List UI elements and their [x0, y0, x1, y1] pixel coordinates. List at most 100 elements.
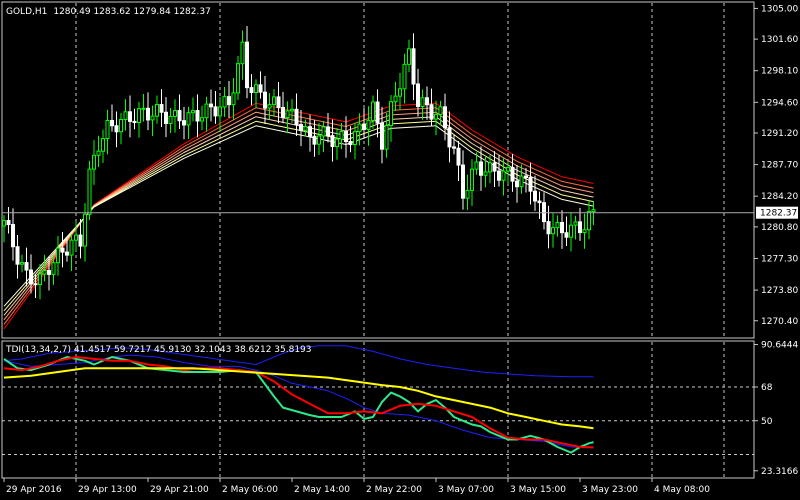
candle-body [141, 107, 146, 110]
time-tick-label: 29 Apr 13:00 [78, 485, 137, 495]
price-tick-label: 1270.40 [761, 317, 798, 327]
candle-body [56, 247, 60, 264]
candle-body [447, 127, 452, 148]
time-tick-label: 3 May 23:00 [582, 485, 638, 495]
candle-body [560, 221, 564, 234]
candle-body [240, 41, 245, 65]
price-tick-label: 1277.30 [761, 254, 798, 264]
price-tick-label: 1284.20 [761, 192, 798, 202]
candle-body [227, 96, 231, 106]
candle-body [150, 115, 155, 121]
candle-body [492, 162, 497, 172]
candle-body [204, 103, 209, 119]
candle-body [497, 170, 501, 181]
candle-body [371, 101, 375, 121]
price-tick-label: 1280.80 [761, 223, 798, 233]
candle-body [245, 41, 249, 89]
indicator-tick-label: 50 [761, 417, 773, 427]
candle-body [510, 166, 515, 182]
candle-body [380, 122, 384, 150]
candle-body [249, 87, 254, 93]
time-tick-label: 4 May 08:00 [654, 485, 710, 495]
indicator-tick-label: 23.3166 [761, 467, 798, 477]
candle-body [542, 202, 546, 223]
candle-body [573, 221, 578, 226]
candle-body [537, 200, 542, 204]
candle-body [339, 130, 344, 140]
candle-body [312, 135, 317, 145]
time-tick-label: 29 Apr 2016 [6, 485, 62, 495]
candle-body [69, 239, 74, 256]
candle-body [474, 161, 479, 170]
candle-body [506, 166, 510, 172]
candle-body [200, 117, 204, 122]
candle-body [515, 180, 519, 188]
candle-body [326, 126, 330, 137]
candle-body [461, 164, 465, 199]
candle-body [591, 209, 596, 213]
candle-body [15, 246, 20, 265]
candle-body [254, 84, 258, 93]
candle-body [155, 104, 159, 117]
candle-body [276, 96, 281, 108]
candle-body [393, 95, 398, 103]
candle-body [402, 63, 407, 90]
candle-body [479, 161, 483, 176]
candle-body [488, 162, 492, 173]
candle-body [33, 283, 38, 286]
candle-body [524, 175, 528, 179]
price-tick-label: 1287.70 [761, 161, 798, 171]
candle-body [132, 120, 137, 124]
symbol-title: GOLD,H1 1280.49 1283.62 1279.84 1282.37 [6, 7, 211, 17]
price-tick-label: 1305.00 [761, 4, 798, 14]
candle-body [114, 125, 119, 133]
candle-body [578, 221, 582, 234]
candle-body [335, 138, 339, 148]
candle-body [119, 118, 123, 133]
candle-body [582, 229, 587, 234]
candle-body [519, 175, 524, 188]
candle-body [105, 119, 110, 140]
candle-body [83, 213, 87, 247]
candle-body [65, 251, 69, 256]
candle-body [47, 270, 51, 275]
indicator-label: TDI(13,34,2,7) 41.4517 59.7217 45.9130 3… [5, 345, 312, 355]
candle-body [222, 96, 227, 108]
candle-body [362, 123, 366, 130]
candle-body [60, 247, 65, 253]
time-tick-label: 2 May 06:00 [222, 485, 278, 495]
candle-body [96, 150, 101, 156]
candle-body [24, 262, 29, 271]
candle-body [173, 110, 177, 117]
time-tick-label: 3 May 07:00 [438, 485, 494, 495]
candle-body [551, 227, 555, 235]
candle-body [384, 125, 389, 150]
candle-body [285, 110, 290, 119]
candle-body [470, 168, 474, 191]
candle-body [263, 91, 267, 109]
candle-body [398, 88, 402, 97]
price-tick-label: 1301.60 [761, 35, 798, 45]
candle-body [92, 154, 96, 170]
candle-body [429, 104, 434, 120]
candle-body [416, 83, 420, 108]
price-tick-label: 1298.10 [761, 67, 798, 77]
candle-body [483, 171, 488, 176]
candle-body [123, 111, 128, 120]
candle-body [78, 234, 83, 247]
candle-body [218, 106, 222, 117]
candle-body [191, 110, 195, 114]
candle-body [128, 111, 132, 122]
time-tick-label: 3 May 15:00 [510, 485, 566, 495]
candle-body [425, 97, 429, 106]
time-tick-label: 29 Apr 21:00 [150, 485, 209, 495]
candle-body [344, 130, 348, 143]
candle-body [29, 269, 33, 285]
candle-body [137, 108, 141, 124]
candle-body [38, 273, 42, 286]
candle-body [74, 234, 78, 241]
candle-body [587, 211, 591, 231]
candle-body [168, 115, 173, 124]
trading-chart[interactable]: 1305.00 1301.60 1298.10 1294.60 1291.20 1287.… [0, 0, 800, 500]
candle-body [87, 168, 92, 215]
